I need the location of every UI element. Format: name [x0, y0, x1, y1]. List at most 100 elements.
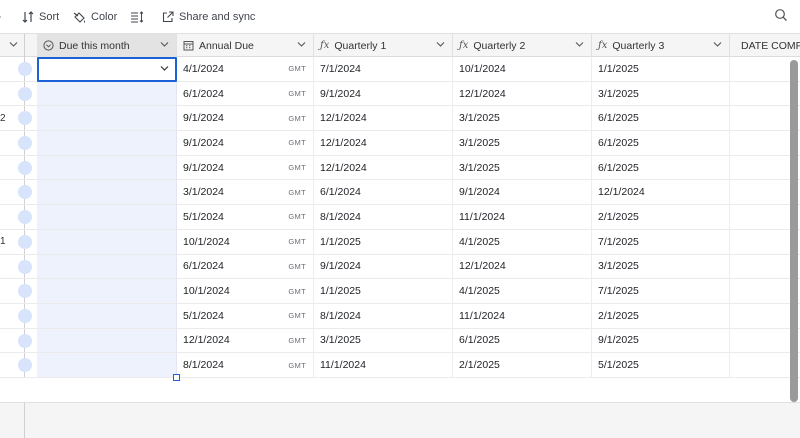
cell-quarterly-3[interactable]: 9/1/2025	[592, 328, 730, 353]
row-stub-cell[interactable]	[0, 180, 32, 205]
column-header-quarterly-3[interactable]: ƒx Quarterly 3	[592, 34, 730, 57]
row-expand-dot[interactable]	[18, 86, 32, 101]
row-stub-cell[interactable]	[0, 328, 32, 353]
cell-quarterly-1[interactable]: 9/1/2024	[314, 254, 453, 279]
cell-annual-due[interactable]: 9/1/2024 GMT	[177, 155, 314, 180]
column-header-annual-due[interactable]: Annual Due	[177, 34, 314, 57]
cell-quarterly-1[interactable]: 9/1/2024	[314, 81, 453, 106]
row-expand-dot[interactable]	[18, 111, 32, 126]
cell-quarterly-3[interactable]: 12/1/2024	[592, 180, 730, 205]
cell-quarterly-3[interactable]: 3/1/2025	[592, 81, 730, 106]
cell-annual-due[interactable]: 12/1/2024 GMT	[177, 328, 314, 353]
chevron-down-icon[interactable]	[160, 65, 169, 72]
cell-quarterly-3[interactable]: 5/1/2025	[592, 353, 730, 377]
column-header-date-completed[interactable]: DATE COMPL	[730, 34, 800, 57]
row-stub-cell[interactable]	[0, 81, 32, 106]
cell-quarterly-1[interactable]: 12/1/2024	[314, 155, 453, 180]
cell-quarterly-1[interactable]: 1/1/2025	[314, 229, 453, 254]
row-expand-dot[interactable]	[18, 284, 32, 299]
cell-annual-due[interactable]: 4/1/2024 GMT	[177, 57, 314, 81]
cell-quarterly-2[interactable]: 10/1/2024	[453, 57, 592, 81]
cell-quarterly-1[interactable]: 11/1/2024	[314, 353, 453, 377]
cell-quarterly-2[interactable]: 2/1/2025	[453, 353, 592, 377]
row-expand-dot[interactable]	[18, 333, 32, 348]
chevron-down-icon[interactable]	[160, 41, 169, 48]
cell-quarterly-2[interactable]: 11/1/2024	[453, 205, 592, 229]
row-expand-dot[interactable]	[18, 160, 32, 175]
cell-due-this-month[interactable]	[37, 205, 177, 229]
cell-annual-due[interactable]: 10/1/2024 GMT	[177, 279, 314, 303]
cell-annual-due[interactable]: 10/1/2024 GMT	[177, 229, 314, 254]
cell-annual-due[interactable]: 9/1/2024 GMT	[177, 106, 314, 131]
cell-due-this-month[interactable]	[37, 328, 177, 353]
chevron-down-icon[interactable]	[575, 41, 584, 48]
cell-annual-due[interactable]: 9/1/2024 GMT	[177, 131, 314, 155]
row-stub-cell[interactable]	[0, 131, 32, 155]
cell-due-this-month[interactable]	[37, 229, 177, 254]
cell-quarterly-2[interactable]: 12/1/2024	[453, 81, 592, 106]
active-cell-due-this-month[interactable]	[37, 57, 177, 82]
row-expand-dot[interactable]	[18, 210, 32, 225]
cell-quarterly-3[interactable]: 7/1/2025	[592, 279, 730, 303]
cell-annual-due[interactable]: 6/1/2024 GMT	[177, 254, 314, 279]
cell-quarterly-2[interactable]: 9/1/2024	[453, 180, 592, 205]
cell-quarterly-1[interactable]: 7/1/2024	[314, 57, 453, 81]
cell-due-this-month[interactable]	[37, 303, 177, 328]
cell-quarterly-1[interactable]: 12/1/2024	[314, 131, 453, 155]
row-expand-dot[interactable]	[18, 308, 32, 323]
row-stub-cell[interactable]	[0, 353, 32, 377]
row-stub-cell[interactable]	[0, 155, 32, 180]
cell-quarterly-3[interactable]: 7/1/2025	[592, 229, 730, 254]
cell-quarterly-1[interactable]: 1/1/2025	[314, 279, 453, 303]
row-expand-dot[interactable]	[18, 234, 32, 249]
cell-due-this-month[interactable]	[37, 279, 177, 303]
cell-quarterly-2[interactable]: 3/1/2025	[453, 155, 592, 180]
row-expand-dot[interactable]	[18, 358, 32, 373]
cell-due-this-month[interactable]	[37, 180, 177, 205]
sort-button[interactable]: Sort	[22, 9, 59, 25]
row-stub-cell[interactable]	[0, 57, 32, 81]
row-stub-cell[interactable]	[0, 279, 32, 303]
cell-annual-due[interactable]: 5/1/2024 GMT	[177, 303, 314, 328]
chevron-down-icon[interactable]	[297, 41, 306, 48]
cell-quarterly-1[interactable]: 8/1/2024	[314, 205, 453, 229]
column-header-quarterly-2[interactable]: ƒx Quarterly 2	[453, 34, 592, 57]
row-expand-dot[interactable]	[18, 62, 32, 76]
cell-quarterly-2[interactable]: 3/1/2025	[453, 106, 592, 131]
row-stub-cell[interactable]	[0, 303, 32, 328]
cell-quarterly-2[interactable]: 3/1/2025	[453, 131, 592, 155]
row-stub-cell[interactable]: 2	[0, 106, 32, 131]
row-expand-dot[interactable]	[18, 136, 32, 151]
row-expand-dot[interactable]	[18, 185, 32, 200]
cell-quarterly-3[interactable]: 1/1/2025	[592, 57, 730, 81]
cell-quarterly-3[interactable]: 6/1/2025	[592, 106, 730, 131]
row-stub-cell[interactable]	[0, 205, 32, 229]
cell-annual-due[interactable]: 5/1/2024 GMT	[177, 205, 314, 229]
row-expand-dot[interactable]	[18, 259, 32, 274]
cell-quarterly-2[interactable]: 12/1/2024	[453, 254, 592, 279]
cell-quarterly-1[interactable]: 12/1/2024	[314, 106, 453, 131]
share-and-sync-button[interactable]: Share and sync	[162, 9, 255, 25]
cell-quarterly-1[interactable]: 3/1/2025	[314, 328, 453, 353]
row-height-button[interactable]	[130, 9, 144, 25]
cell-quarterly-2[interactable]: 4/1/2025	[453, 279, 592, 303]
left-column-header[interactable]	[0, 34, 25, 57]
column-header-due-this-month[interactable]: Due this month	[37, 34, 177, 57]
cell-annual-due[interactable]: 3/1/2024 GMT	[177, 180, 314, 205]
cell-due-this-month[interactable]	[37, 254, 177, 279]
cell-quarterly-3[interactable]: 6/1/2025	[592, 131, 730, 155]
row-stub-cell[interactable]: 1	[0, 229, 32, 254]
cell-quarterly-2[interactable]: 6/1/2025	[453, 328, 592, 353]
cell-quarterly-1[interactable]: 8/1/2024	[314, 303, 453, 328]
cell-due-this-month[interactable]	[37, 106, 177, 131]
cell-annual-due[interactable]: 6/1/2024 GMT	[177, 81, 314, 106]
cell-quarterly-3[interactable]: 2/1/2025	[592, 205, 730, 229]
chevron-down-icon[interactable]	[713, 41, 722, 48]
cell-quarterly-2[interactable]: 11/1/2024	[453, 303, 592, 328]
search-button[interactable]	[774, 8, 788, 27]
cell-due-this-month[interactable]	[37, 155, 177, 180]
row-stub-cell[interactable]	[0, 254, 32, 279]
cell-quarterly-2[interactable]: 4/1/2025	[453, 229, 592, 254]
cell-annual-due[interactable]: 8/1/2024 GMT	[177, 353, 314, 377]
cell-quarterly-3[interactable]: 3/1/2025	[592, 254, 730, 279]
